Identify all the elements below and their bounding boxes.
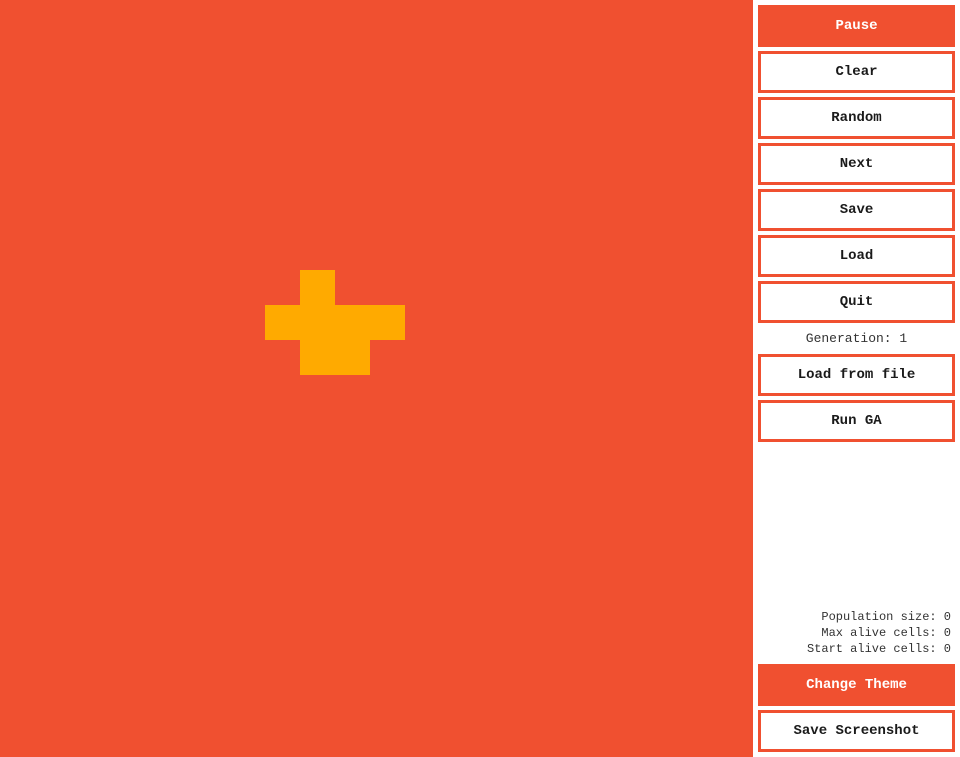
load-from-file-button[interactable]: Load from file bbox=[758, 354, 955, 396]
population-size-label: Population size: 0 bbox=[758, 610, 955, 624]
max-alive-cells-label: Max alive cells: 0 bbox=[758, 626, 955, 640]
sidebar: Pause Clear Random Next Save Load Quit G… bbox=[750, 0, 960, 757]
start-alive-cells-label: Start alive cells: 0 bbox=[758, 642, 955, 656]
stats-section: Population size: 0 Max alive cells: 0 St… bbox=[758, 606, 955, 660]
save-button[interactable]: Save bbox=[758, 189, 955, 231]
pause-button[interactable]: Pause bbox=[758, 5, 955, 47]
run-ga-button[interactable]: Run GA bbox=[758, 400, 955, 442]
save-screenshot-button[interactable]: Save Screenshot bbox=[758, 710, 955, 752]
clear-button[interactable]: Clear bbox=[758, 51, 955, 93]
quit-button[interactable]: Quit bbox=[758, 281, 955, 323]
change-theme-button[interactable]: Change Theme bbox=[758, 664, 955, 706]
random-button[interactable]: Random bbox=[758, 97, 955, 139]
next-button[interactable]: Next bbox=[758, 143, 955, 185]
game-canvas[interactable] bbox=[0, 0, 750, 757]
generation-label: Generation: 1 bbox=[758, 327, 955, 350]
load-button[interactable]: Load bbox=[758, 235, 955, 277]
